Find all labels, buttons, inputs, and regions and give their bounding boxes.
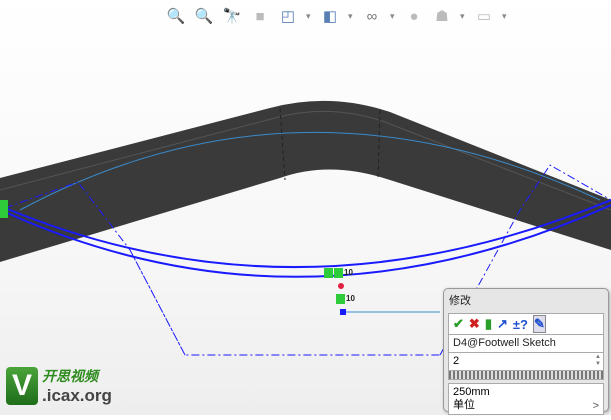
- chevron-down-icon[interactable]: ▾: [306, 11, 312, 22]
- value-text: 2: [453, 355, 460, 367]
- mark-dimension-icon[interactable]: ✎: [532, 315, 546, 333]
- dimension-name-field[interactable]: D4@Footwell Sketch: [448, 335, 604, 353]
- current-value: 250mm: [453, 386, 490, 398]
- relation-text: 10: [344, 268, 353, 278]
- view-settings-icon[interactable]: ▭: [474, 6, 494, 26]
- view-orientation-icon[interactable]: ◰: [278, 6, 298, 26]
- edit-appearance-icon[interactable]: ●: [404, 6, 424, 26]
- chevron-down-icon[interactable]: ▾: [502, 11, 508, 22]
- dialog-title: 修改: [449, 295, 471, 307]
- thumbwheel[interactable]: [448, 371, 604, 380]
- zoom-area-icon[interactable]: 🔍: [194, 6, 214, 26]
- units-label: 单位: [453, 399, 475, 411]
- rebuild-icon[interactable]: ▮: [485, 316, 492, 332]
- logo-badge: V: [6, 367, 38, 405]
- dialog-toolbar: ✔ ✖ ▮ ↗ ±? ✎: [448, 313, 604, 335]
- reverse-dimension-icon[interactable]: ↗: [497, 316, 508, 332]
- watermark-logo: V 开思视频 .icax.org: [6, 366, 112, 406]
- display-style-icon[interactable]: ◧: [320, 6, 340, 26]
- hide-show-icon[interactable]: ∞: [362, 6, 382, 26]
- chevron-down-icon[interactable]: ▾: [348, 11, 354, 22]
- view-toolbar: 🔍 🔍 🔭 ■ ◰ ▾ ◧ ▾ ∞ ▾ ● ☗ ▾ ▭ ▾: [166, 6, 508, 26]
- relation-label-1[interactable]: 10: [324, 268, 353, 278]
- chevron-right-icon[interactable]: >: [593, 400, 599, 413]
- apply-scene-icon[interactable]: ☗: [432, 6, 452, 26]
- chevron-down-icon[interactable]: ▾: [460, 11, 466, 22]
- cancel-x-icon[interactable]: ✖: [469, 316, 480, 332]
- modify-dialog: 修改 ✔ ✖ ▮ ↗ ±? ✎ D4@Footwell Sketch 2 ▲ ▼ 2…: [443, 288, 609, 415]
- previous-view-icon[interactable]: 🔭: [222, 6, 242, 26]
- tolerance-icon[interactable]: ±?: [513, 317, 528, 332]
- spin-buttons[interactable]: ▲ ▼: [595, 354, 601, 368]
- units-dropdown[interactable]: 250mm 单位 >: [448, 383, 604, 415]
- chevron-down-icon[interactable]: ▾: [390, 11, 396, 22]
- zoom-to-fit-icon[interactable]: 🔍: [166, 6, 186, 26]
- logo-en-text: .icax.org: [42, 386, 112, 405]
- relation-label-2[interactable]: 10: [336, 294, 355, 304]
- ok-check-icon[interactable]: ✔: [453, 316, 464, 332]
- section-view-icon[interactable]: ■: [250, 6, 270, 26]
- value-input[interactable]: 2 ▲ ▼: [448, 353, 604, 371]
- logo-cn-text: 开思视频: [42, 368, 98, 384]
- relation-text: 10: [346, 294, 355, 304]
